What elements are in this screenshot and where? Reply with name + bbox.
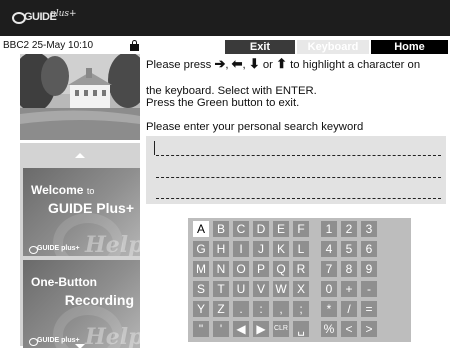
key[interactable]: + <box>341 281 357 297</box>
help-watermark: Help <box>85 324 140 348</box>
key[interactable]: V <box>253 281 269 297</box>
arrow-right-icon: ➔ <box>214 56 226 71</box>
top-bar: GUIDE plus+ <box>0 0 450 36</box>
key[interactable]: " <box>193 321 209 337</box>
key[interactable]: CLR <box>273 321 289 337</box>
key[interactable]: R <box>293 261 309 277</box>
key[interactable]: W <box>273 281 289 297</box>
key[interactable]: F <box>293 221 309 237</box>
key[interactable]: 6 <box>361 241 377 257</box>
key[interactable]: < <box>341 321 357 337</box>
key[interactable]: Y <box>193 301 209 317</box>
scroll-down-icon[interactable] <box>75 344 85 349</box>
key[interactable]: 8 <box>341 261 357 277</box>
key[interactable]: I <box>233 241 249 257</box>
key[interactable]: C <box>233 221 249 237</box>
key[interactable]: E <box>273 221 289 237</box>
key[interactable]: O <box>233 261 249 277</box>
tab-exit[interactable]: Exit <box>225 40 295 54</box>
text-cursor <box>154 141 155 155</box>
key[interactable]: T <box>213 281 229 297</box>
key[interactable]: % <box>321 321 337 337</box>
key[interactable]: 1 <box>321 221 337 237</box>
key[interactable]: 5 <box>341 241 357 257</box>
tab-bar: Exit Keyboard Home <box>225 40 448 54</box>
key[interactable]: 9 <box>361 261 377 277</box>
key[interactable]: ▶ <box>253 321 269 337</box>
guide-plus-mini-logo: GUIDE plus+ <box>29 245 80 255</box>
keyword-input[interactable] <box>146 136 446 204</box>
key[interactable]: N <box>213 261 229 277</box>
input-line-2 <box>156 177 441 178</box>
promo-welcome-guide-plus[interactable]: Welcome to GUIDE Plus+ Help GUIDE plus+ <box>23 168 140 256</box>
key[interactable]: 0 <box>321 281 337 297</box>
key[interactable]: B <box>213 221 229 237</box>
on-screen-keyboard: A B C D E F 1 2 3 G H I J K L 4 5 6 M N O P Q R 7 8 9 S T U V W X 0 + - Y Z.:… <box>188 218 411 342</box>
key[interactable]: > <box>361 321 377 337</box>
key[interactable]: S <box>193 281 209 297</box>
arrow-left-icon: ⬅ <box>231 56 243 71</box>
key[interactable]: ◀ <box>233 321 249 337</box>
promo-one-button-recording[interactable]: One-Button Recording Help GUIDE plus+ <box>23 260 140 348</box>
instruction-text: Please press ➔, ⬅, ⬇ or ⬆ to highlight a… <box>146 56 421 72</box>
key[interactable]: G <box>193 241 209 257</box>
lock-icon <box>130 40 139 51</box>
key[interactable]: 2 <box>341 221 357 237</box>
channel-date-time: BBC2 25-May 10:10 <box>3 40 94 51</box>
tab-home[interactable]: Home <box>371 40 448 54</box>
search-keyword-prompt: Please enter your personal search keywor… <box>146 121 364 133</box>
key[interactable]: * <box>321 301 337 317</box>
key[interactable]: 3 <box>361 221 377 237</box>
arrow-up-icon: ⬆ <box>276 56 287 71</box>
key[interactable]: ␣ <box>293 321 309 337</box>
instruction-text-lines: the keyboard. Select with ENTER. Press t… <box>146 85 317 109</box>
key[interactable]: M <box>193 261 209 277</box>
key[interactable]: 4 <box>321 241 337 257</box>
key[interactable]: - <box>361 281 377 297</box>
key[interactable]: H <box>213 241 229 257</box>
promo-sidebar: Welcome to GUIDE Plus+ Help GUIDE plus+ … <box>20 143 140 349</box>
key[interactable]: ; <box>293 301 309 317</box>
key[interactable]: ' <box>213 321 229 337</box>
arrow-down-icon: ⬇ <box>248 56 260 71</box>
input-line-3 <box>156 198 441 199</box>
key[interactable]: L <box>293 241 309 257</box>
key[interactable]: A <box>193 221 209 237</box>
input-line-1 <box>156 155 441 156</box>
key[interactable]: Z <box>213 301 229 317</box>
tab-keyboard[interactable]: Keyboard <box>297 40 369 54</box>
scroll-up-icon[interactable] <box>75 153 85 158</box>
tv-preview-image <box>20 54 140 140</box>
guide-plus-logo: GUIDE plus+ <box>12 9 77 29</box>
key[interactable]: X <box>293 281 309 297</box>
preview-scene <box>20 54 140 140</box>
key[interactable]: K <box>273 241 289 257</box>
key[interactable]: P <box>253 261 269 277</box>
key[interactable]: Q <box>273 261 289 277</box>
key[interactable]: / <box>341 301 357 317</box>
logo-plus-text: plus+ <box>50 9 77 19</box>
key[interactable]: 7 <box>321 261 337 277</box>
key[interactable]: = <box>361 301 377 317</box>
key[interactable]: D <box>253 221 269 237</box>
key[interactable]: U <box>233 281 249 297</box>
key[interactable]: , <box>273 301 289 317</box>
guide-plus-mini-logo: GUIDE plus+ <box>29 337 80 347</box>
key[interactable]: J <box>253 241 269 257</box>
key[interactable]: : <box>253 301 269 317</box>
key[interactable]: . <box>233 301 249 317</box>
help-watermark: Help <box>85 232 140 256</box>
